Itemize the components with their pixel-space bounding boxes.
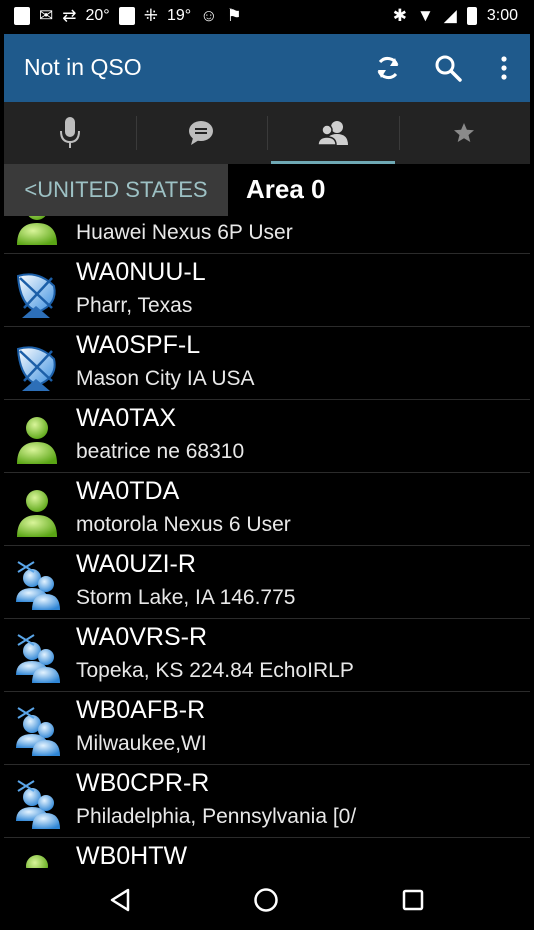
station-list[interactable]: WA0NUUHuawei Nexus 6P UserWA0NUU-LPharr,…: [4, 192, 530, 868]
page-title: Not in QSO: [24, 54, 142, 80]
tab-bar: [4, 102, 530, 164]
breadcrumb-back-button[interactable]: <UNITED STATES: [4, 164, 228, 216]
star-icon: [454, 123, 475, 142]
user-icon: [12, 850, 62, 868]
station-row[interactable]: WB0CPR-R Philadelphia, Pennsylvania [0/: [4, 765, 530, 838]
station-description: Philadelphia, Pennsylvania [0/: [76, 805, 357, 828]
repeater-icon: [12, 777, 62, 831]
chat-icon: [189, 121, 214, 145]
station-callsign: WA0TAX: [76, 404, 177, 432]
tab-microphone[interactable]: [4, 102, 136, 164]
satellite-dish-icon: [12, 266, 62, 320]
user-icon: [12, 412, 62, 466]
repeater-icon: [12, 704, 62, 758]
station-row[interactable]: WA0SPF-L Mason City IA USA: [4, 327, 530, 400]
repeater-icon: [12, 631, 62, 685]
back-icon: [110, 888, 130, 912]
search-button[interactable]: [430, 50, 466, 86]
tab-people[interactable]: [267, 102, 399, 164]
home-icon: [254, 888, 278, 912]
temp-1: 20°: [85, 7, 110, 24]
status-bar: ✉ ⇄ 20° ⁜ 19° ☺ ⚑ ✱ ▼ ◢ 3:00: [0, 0, 534, 34]
tab-favorites[interactable]: [398, 102, 531, 164]
station-row[interactable]: WA0TAX beatrice ne 68310: [4, 400, 530, 473]
station-description: Milwaukee,WI: [76, 732, 207, 755]
station-row[interactable]: WB0AFB-R Milwaukee,WI: [4, 692, 530, 765]
station-row[interactable]: WA0TDA motorola Nexus 6 User: [4, 473, 530, 546]
battery-icon: [466, 7, 477, 25]
recents-icon: [402, 889, 424, 911]
user-icon: [12, 485, 62, 539]
people-icon: [316, 121, 348, 146]
station-description: Pharr, Texas: [76, 294, 193, 317]
station-callsign: WA0VRS-R: [76, 623, 208, 651]
weather-icon: ⁜: [143, 6, 158, 25]
temp-2: 19°: [166, 7, 192, 24]
station-callsign: WA0SPF-L: [76, 331, 201, 359]
wifi-icon: ▼: [416, 6, 434, 25]
station-description: beatrice ne 68310: [76, 440, 245, 463]
navigation-bar: [0, 868, 534, 930]
flag-icon: ⚑: [226, 6, 242, 25]
nav-recents-button[interactable]: [393, 882, 433, 918]
overflow-menu-button[interactable]: [486, 50, 522, 86]
refresh-icon: [377, 57, 399, 79]
overflow-menu-icon: [501, 56, 507, 80]
station-row[interactable]: WA0UZI-R Storm Lake, IA 146.775: [4, 546, 530, 619]
bluetooth-icon: ✱: [392, 6, 407, 25]
station-callsign: WA0NUU-L: [76, 258, 206, 286]
station-description: Topeka, KS 224.84 EchoIRLP: [76, 659, 354, 682]
signal-icon: ◢: [443, 6, 457, 25]
station-description: Huawei Nexus 6P User: [76, 221, 293, 244]
station-callsign: WA0TDA: [76, 477, 180, 505]
notification-icon: [14, 7, 30, 25]
station-description: Storm Lake, IA 146.775: [76, 586, 296, 609]
station-row[interactable]: WA0NUU-L Pharr, Texas: [4, 254, 530, 327]
microphone-icon: [59, 117, 80, 148]
breadcrumb-title: Area 0: [246, 174, 326, 204]
station-row[interactable]: WB0HTW: [4, 838, 530, 868]
sync-icon: ⇄: [62, 6, 77, 25]
station-row[interactable]: WA0VRS-R Topeka, KS 224.84 EchoIRLP: [4, 619, 530, 692]
station-description: motorola Nexus 6 User: [76, 513, 291, 536]
mail-icon: ✉: [39, 6, 54, 25]
repeater-icon: [12, 558, 62, 612]
station-callsign: WB0AFB-R: [76, 696, 206, 724]
station-description: Mason City IA USA: [76, 367, 255, 390]
satellite-dish-icon: [12, 339, 62, 393]
station-callsign: WA0UZI-R: [76, 550, 196, 578]
android-icon: ☺: [200, 6, 218, 25]
clock: 3:00: [486, 7, 518, 24]
battery-notification-icon: [118, 7, 135, 25]
nav-back-button[interactable]: [100, 882, 140, 918]
tab-chat[interactable]: [135, 102, 268, 164]
app-bar: Not in QSO: [4, 34, 530, 102]
refresh-button[interactable]: [370, 50, 406, 86]
station-callsign: WB0HTW: [76, 842, 188, 868]
station-callsign: WB0CPR-R: [76, 769, 210, 797]
nav-home-button[interactable]: [246, 882, 286, 918]
search-icon: [435, 55, 462, 82]
